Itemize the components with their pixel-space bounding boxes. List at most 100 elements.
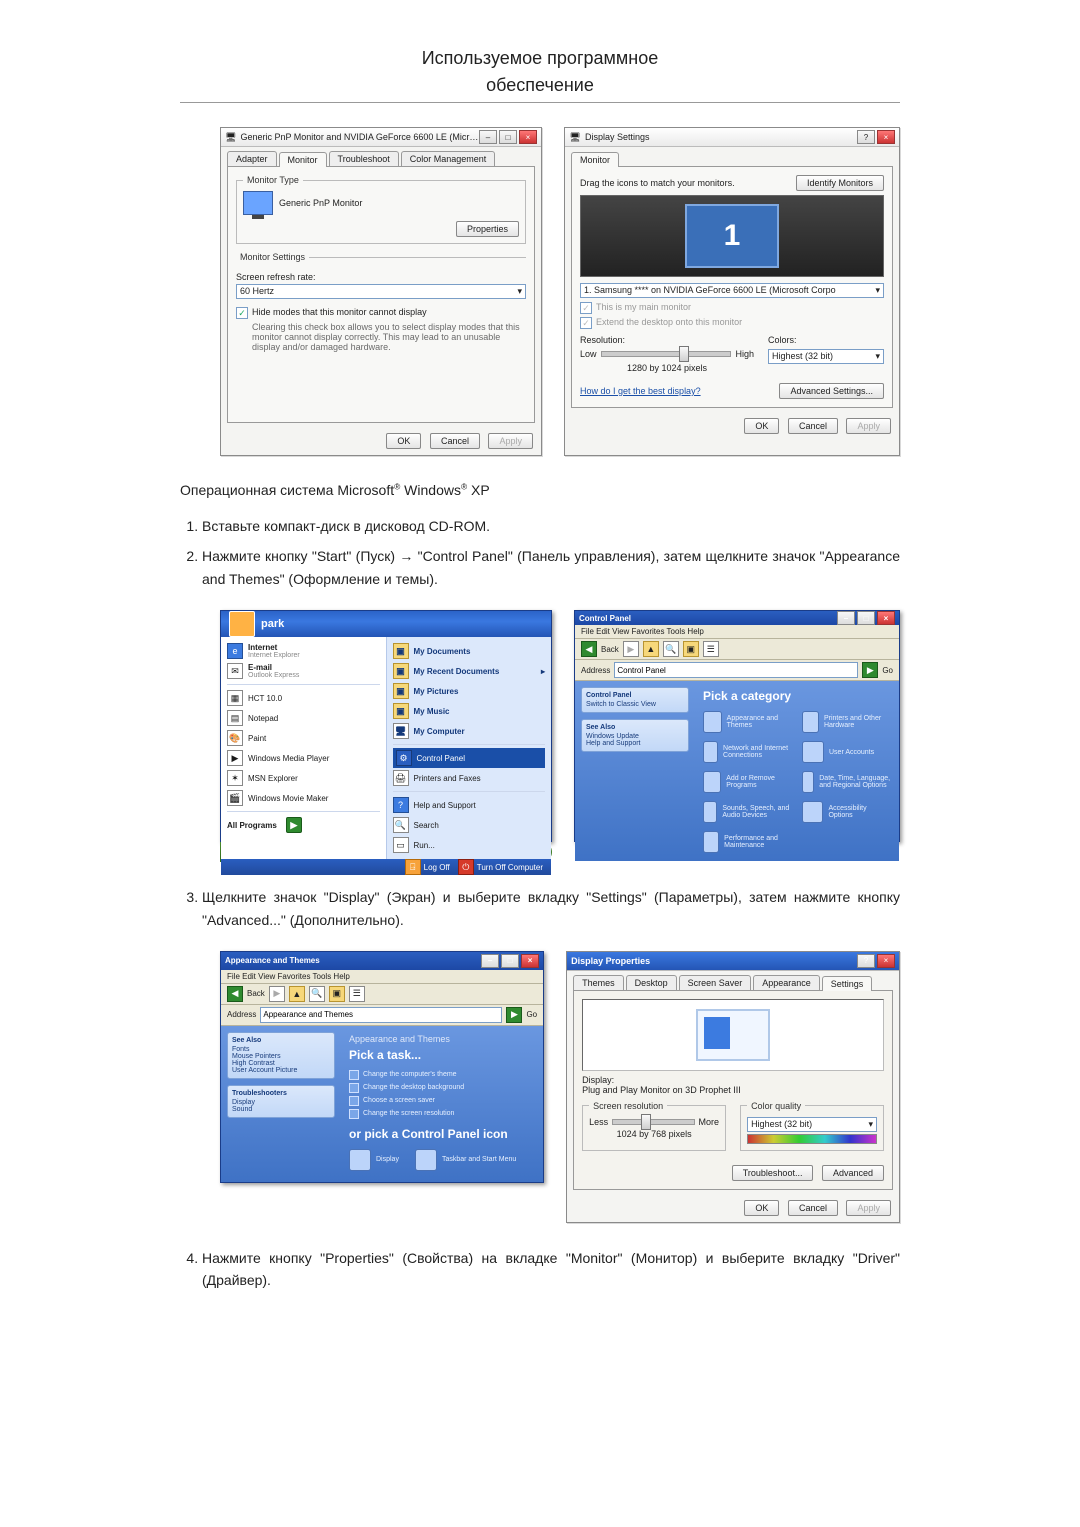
go-button[interactable]: ▶	[506, 1007, 522, 1023]
tab-color-management[interactable]: Color Management	[401, 151, 496, 166]
side-link[interactable]: Help and Support	[586, 740, 684, 747]
cancel-button[interactable]: Cancel	[430, 433, 480, 449]
ok-button[interactable]: OK	[386, 433, 421, 449]
cat-accessibility[interactable]: Accessibility Options	[802, 801, 891, 823]
sm-control-panel[interactable]: ⚙Control Panel	[393, 748, 546, 768]
back-icon[interactable]: ◀	[227, 986, 243, 1002]
color-quality-combo[interactable]: Highest (32 bit) ▾	[747, 1117, 877, 1132]
back-label[interactable]: Back	[247, 989, 265, 998]
slider-thumb[interactable]	[641, 1114, 651, 1130]
monitor-1-tile[interactable]: 1	[685, 204, 779, 268]
close-button[interactable]: ×	[877, 130, 895, 144]
tab-desktop[interactable]: Desktop	[626, 975, 677, 990]
display-dropdown[interactable]: 1. Samsung **** on NVIDIA GeForce 6600 L…	[580, 283, 884, 298]
task-link[interactable]: Choose a screen saver	[349, 1096, 535, 1106]
tab-themes[interactable]: Themes	[573, 975, 624, 990]
close-button[interactable]: ×	[877, 611, 895, 625]
task-link[interactable]: Change the desktop background	[349, 1083, 535, 1093]
cat-printers[interactable]: Printers and Other Hardware	[802, 711, 891, 733]
views-icon[interactable]: ☰	[703, 641, 719, 657]
turnoff-button[interactable]: ⏻Turn Off Computer	[458, 859, 543, 875]
help-button[interactable]: ?	[857, 954, 875, 968]
tab-settings[interactable]: Settings	[822, 976, 873, 991]
logoff-button[interactable]: ⍈Log Off	[405, 859, 450, 875]
resolution-slider[interactable]	[601, 351, 732, 357]
sm-item[interactable]: ▶Windows Media Player	[227, 748, 380, 768]
sm-item[interactable]: ▣My Music	[393, 701, 546, 721]
tab-monitor[interactable]: Monitor	[279, 152, 327, 167]
advanced-settings-button[interactable]: Advanced Settings...	[779, 383, 884, 399]
search-icon[interactable]: 🔍	[663, 641, 679, 657]
up-icon[interactable]: ▲	[643, 641, 659, 657]
help-button[interactable]: ?	[857, 130, 875, 144]
minimize-button[interactable]: –	[837, 611, 855, 625]
cat-network[interactable]: Network and Internet Connections	[703, 741, 792, 763]
troubleshoot-button[interactable]: Troubleshoot...	[732, 1165, 814, 1181]
up-icon[interactable]: ▲	[289, 986, 305, 1002]
switch-classic-view-link[interactable]: Switch to Classic View	[586, 701, 684, 708]
cat-users[interactable]: User Accounts	[802, 741, 891, 763]
sm-item[interactable]: 🎬Windows Movie Maker	[227, 788, 380, 808]
cp-icon-taskbar[interactable]: Taskbar and Start Menu	[415, 1149, 516, 1171]
task-link[interactable]: Change the computer's theme	[349, 1070, 535, 1080]
folders-icon[interactable]: ▣	[683, 641, 699, 657]
cat-date-time[interactable]: Date, Time, Language, and Regional Optio…	[802, 771, 891, 793]
all-programs[interactable]: All Programs ▶	[227, 815, 380, 835]
maximize-button[interactable]: □	[499, 130, 517, 144]
cat-add-remove[interactable]: Add or Remove Programs	[703, 771, 792, 793]
back-label[interactable]: Back	[601, 645, 619, 654]
cancel-button[interactable]: Cancel	[788, 1200, 838, 1216]
cat-appearance[interactable]: Appearance and Themes	[703, 711, 792, 733]
sm-item[interactable]: 🖥My Computer	[393, 721, 546, 741]
best-display-link[interactable]: How do I get the best display?	[580, 386, 701, 396]
minimize-button[interactable]: –	[479, 130, 497, 144]
sm-item[interactable]: ▣My Documents	[393, 641, 546, 661]
tab-troubleshoot[interactable]: Troubleshoot	[329, 151, 399, 166]
cancel-button[interactable]: Cancel	[788, 418, 838, 434]
address-input[interactable]	[614, 662, 858, 678]
cat-performance[interactable]: Performance and Maintenance	[703, 831, 792, 853]
identify-monitors-button[interactable]: Identify Monitors	[796, 175, 884, 191]
go-button[interactable]: ▶	[862, 662, 878, 678]
monitor-arrangement-area[interactable]: 1	[580, 195, 884, 277]
side-link[interactable]: Fonts	[232, 1046, 330, 1053]
cp-icon-display[interactable]: Display	[349, 1149, 399, 1171]
tab-appearance[interactable]: Appearance	[753, 975, 820, 990]
side-link[interactable]: Windows Update	[586, 733, 684, 740]
task-link[interactable]: Change the screen resolution	[349, 1109, 535, 1119]
tab-screensaver[interactable]: Screen Saver	[679, 975, 752, 990]
close-button[interactable]: ×	[521, 954, 539, 968]
colors-combo[interactable]: Highest (32 bit) ▾	[768, 349, 884, 364]
side-link[interactable]: High Contrast	[232, 1060, 330, 1067]
sm-item[interactable]: 🎨Paint	[227, 728, 380, 748]
sm-item[interactable]: ▣My Pictures	[393, 681, 546, 701]
maximize-button[interactable]: □	[857, 611, 875, 625]
cat-sounds[interactable]: Sounds, Speech, and Audio Devices	[703, 801, 792, 823]
minimize-button[interactable]: –	[481, 954, 499, 968]
sm-item[interactable]: ✶MSN Explorer	[227, 768, 380, 788]
back-icon[interactable]: ◀	[581, 641, 597, 657]
menu-bar[interactable]: File Edit View Favorites Tools Help	[575, 625, 899, 639]
apply-button[interactable]: Apply	[488, 433, 533, 449]
apply-button[interactable]: Apply	[846, 1200, 891, 1216]
close-button[interactable]: ×	[877, 954, 895, 968]
sm-item-internet[interactable]: e Internet Internet Explorer	[227, 641, 380, 661]
sm-item[interactable]: ▭Run...	[393, 835, 546, 855]
hide-modes-checkbox[interactable]: ✓ Hide modes that this monitor cannot di…	[236, 307, 526, 319]
slider-thumb[interactable]	[679, 346, 689, 362]
sm-item-email[interactable]: ✉ E-mail Outlook Express	[227, 661, 380, 681]
side-link[interactable]: User Account Picture	[232, 1067, 330, 1074]
tab-monitor[interactable]: Monitor	[571, 152, 619, 167]
side-link[interactable]: Mouse Pointers	[232, 1053, 330, 1060]
close-button[interactable]: ×	[519, 130, 537, 144]
advanced-button[interactable]: Advanced	[822, 1165, 884, 1181]
sm-item[interactable]: 🔍Search	[393, 815, 546, 835]
menu-bar[interactable]: File Edit View Favorites Tools Help	[221, 970, 543, 984]
folders-icon[interactable]: ▣	[329, 986, 345, 1002]
views-icon[interactable]: ☰	[349, 986, 365, 1002]
maximize-button[interactable]: □	[501, 954, 519, 968]
ok-button[interactable]: OK	[744, 1200, 779, 1216]
ok-button[interactable]: OK	[744, 418, 779, 434]
address-input[interactable]	[260, 1007, 502, 1023]
resolution-slider[interactable]	[612, 1119, 694, 1125]
